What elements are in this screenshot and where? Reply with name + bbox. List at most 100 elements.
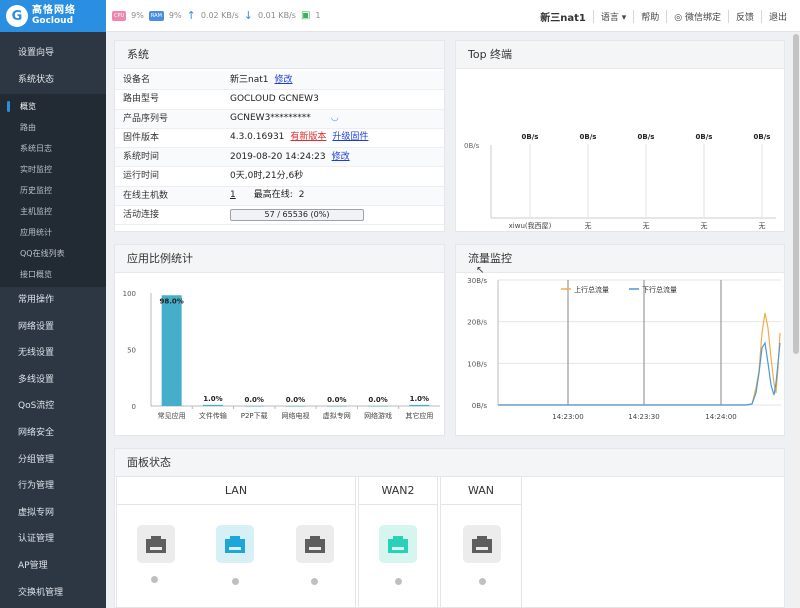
lan-port-3-led [311, 578, 318, 585]
firmware-value: 4.3.0.16931 [230, 132, 285, 143]
sidebar-item-network[interactable]: 网络设置 [0, 314, 106, 341]
max-online-label: 最高在线: [253, 190, 293, 201]
sidebar-sub-qq-online[interactable]: QQ在线列表 [0, 243, 106, 264]
top-terminal-value: 0B/s [638, 133, 655, 141]
bar-category-label: 常见应用 [158, 411, 186, 420]
sidebar-item-ap[interactable]: AP管理 [0, 553, 106, 580]
sidebar-sub-route[interactable]: 路由 [0, 117, 106, 138]
help-link[interactable]: 帮助 [633, 10, 666, 23]
ethernet-port-icon [472, 536, 492, 553]
new-version-link[interactable]: 有新版本 [290, 128, 326, 147]
top-terminals-panel: Top 终端 0B/s 0B/s xiwu(我西屋) 0B/s 无 0B/s 无 0B/s 无… [455, 40, 785, 232]
cloud-logo-icon: G [6, 5, 28, 27]
top-terminals-title: Top 终端 [456, 41, 784, 69]
wan2-label: WAN2 [359, 477, 437, 505]
top-terminal-name: 无 [585, 222, 592, 230]
table-row: 在线主机数 1 最高在线: 2 [115, 186, 444, 207]
upload-traffic-line [498, 312, 781, 406]
top-terminal-name: xiwu(我西屋) [509, 221, 552, 230]
mouse-cursor-icon: ↖ [476, 265, 485, 276]
connections-progress-bar: 57 / 65536 (0%) [230, 209, 364, 222]
lan-port-1[interactable] [137, 525, 175, 563]
online-hosts-link[interactable]: 1 [230, 186, 236, 205]
bar [202, 404, 223, 406]
lan-port-2[interactable] [216, 525, 254, 563]
sidebar-sub-app-stats[interactable]: 应用统计 [0, 222, 106, 243]
brand-name-cn: 高恪网络 [32, 5, 76, 16]
sidebar-item-system-status[interactable]: 系统状态 [0, 67, 106, 94]
feedback-link[interactable]: 反馈 [727, 10, 761, 23]
wan-port-led [479, 578, 486, 585]
edit-device-name-link[interactable]: 修改 [274, 71, 292, 90]
legend-label: 上行总流量 [574, 285, 609, 294]
top-terminal-value: 0B/s [696, 133, 713, 141]
user-nav: 新三nat1 语言 ▾ 帮助 ◎ 微信绑定 反馈 退出 [533, 9, 794, 24]
logout-link[interactable]: 退出 [760, 10, 794, 23]
loading-spinner-icon: ◡ [330, 113, 339, 124]
sidebar-sub-host-monitor[interactable]: 主机监控 [0, 201, 106, 222]
top-terminal-name: 无 [759, 222, 766, 230]
wan2-port-led [395, 578, 402, 585]
row-key: 产品序列号 [123, 113, 169, 124]
upgrade-firmware-link[interactable]: 升级固件 [332, 128, 368, 147]
legend-label: 下行总流量 [642, 285, 677, 294]
table-row: 固件版本 4.3.0.16931 有新版本 升级固件 [115, 128, 444, 149]
sidebar-item-vpn[interactable]: 虚拟专网 [0, 500, 106, 527]
sidebar-item-qos[interactable]: QoS流控 [0, 393, 106, 420]
line-x-tick-label: 14:23:00 [552, 413, 583, 421]
wechat-bind-link[interactable]: ◎ 微信绑定 [666, 10, 728, 23]
wan-port[interactable] [463, 525, 501, 563]
sidebar-item-groups[interactable]: 分组管理 [0, 447, 106, 474]
line-x-tick-label: 14:23:30 [628, 413, 659, 421]
app-stats-panel: 应用比例统计 0 50 100 98.0% 常见应用 1.0% 文件传输 0.0% P2P下载… [114, 244, 445, 436]
bar-category-label: P2P下载 [241, 411, 268, 420]
lan-port-3[interactable] [296, 525, 334, 563]
language-menu[interactable]: 语言 ▾ [592, 10, 633, 23]
wan-group: WAN [440, 476, 522, 608]
serial-value: GCNEW3********* [230, 113, 311, 124]
sidebar-sub-interface-overview[interactable]: 接口概览 [0, 264, 106, 285]
sidebar-item-auth[interactable]: 认证管理 [0, 526, 106, 553]
sidebar-sub-realtime-monitor[interactable]: 实时监控 [0, 159, 106, 180]
device-name-value: 新三nat1 [230, 74, 269, 85]
sidebar-sub-overview[interactable]: 概览 [0, 96, 106, 117]
table-row: 活动连接 57 / 65536 (0%) [115, 206, 444, 226]
wan2-port[interactable] [379, 525, 417, 563]
upload-speed: 0.02 KB/s [200, 11, 239, 20]
top-bar: G 高恪网络 Gocloud CPU 9% RAM 9% ↑ 0.02 KB/s… [0, 0, 800, 32]
system-panel: 系统 设备名 新三nat1 修改 路由型号 GOCLOUD GCNEW3 产品序列… [114, 40, 445, 232]
table-row: 产品序列号 GCNEW3********* ◡ [115, 109, 444, 129]
scrollbar-thumb[interactable] [793, 34, 799, 354]
sidebar: 设置向导 系统状态 概览 路由 系统日志 实时监控 历史监控 主机监控 应用统计… [0, 32, 106, 608]
sidebar-item-multiline[interactable]: 多线设置 [0, 367, 106, 394]
line-y-tick-label: 0B/s [472, 402, 488, 410]
sidebar-item-security[interactable]: 网络安全 [0, 420, 106, 447]
sidebar-item-wireless[interactable]: 无线设置 [0, 340, 106, 367]
sidebar-item-common-ops[interactable]: 常用操作 [0, 287, 106, 314]
brand-logo[interactable]: G 高恪网络 Gocloud [0, 0, 106, 32]
port-status-title: 面板状态 [115, 449, 784, 477]
sidebar-item-behavior[interactable]: 行为管理 [0, 473, 106, 500]
bar [326, 406, 347, 407]
monitor-icon: ▣ [300, 10, 311, 21]
ram-icon: RAM [148, 10, 164, 21]
table-row: 系统时间 2019-08-20 14:24:23 修改 [115, 148, 444, 168]
line-y-tick-label: 20B/s [467, 319, 487, 327]
sidebar-sub-history-monitor[interactable]: 历史监控 [0, 180, 106, 201]
wan2-group: WAN2 [358, 476, 438, 608]
sidebar-item-setup-wizard[interactable]: 设置向导 [0, 40, 106, 67]
table-row: 设备名 新三nat1 修改 [115, 71, 444, 91]
edit-time-link[interactable]: 修改 [332, 148, 350, 167]
ethernet-port-icon [225, 536, 245, 553]
max-online-value: 2 [298, 190, 305, 201]
system-info-table: 设备名 新三nat1 修改 路由型号 GOCLOUD GCNEW3 产品序列号 G… [115, 71, 444, 226]
top-terminal-name: 无 [643, 222, 650, 230]
sidebar-sub-syslog[interactable]: 系统日志 [0, 138, 106, 159]
app-stats-title: 应用比例统计 [115, 245, 444, 273]
ram-usage: 9% [168, 11, 182, 20]
sidebar-item-switch[interactable]: 交换机管理 [0, 580, 106, 607]
row-key: 设备名 [123, 75, 151, 85]
brand-name-en: Gocloud [32, 16, 74, 26]
page-scrollbar[interactable] [792, 32, 800, 608]
line-y-tick-label: 30B/s [467, 277, 487, 285]
